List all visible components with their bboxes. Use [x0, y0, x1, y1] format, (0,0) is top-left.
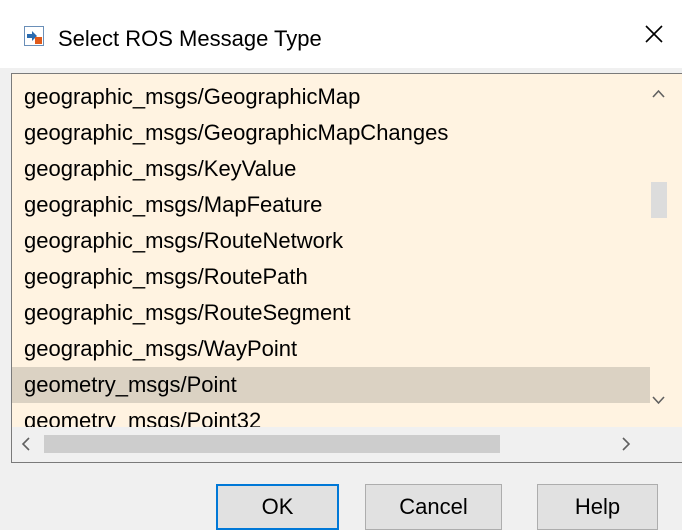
horizontal-scroll-thumb[interactable] — [44, 435, 500, 453]
list-item[interactable]: geographic_msgs/GeographicMap — [12, 79, 650, 115]
list-item[interactable]: geometry_msgs/Point32 — [12, 403, 650, 427]
matlab-simulink-block-icon — [24, 26, 44, 46]
list-item[interactable]: geographic_msgs/RouteSegment — [12, 295, 650, 331]
vertical-scroll-thumb[interactable] — [651, 182, 667, 218]
scroll-up-arrow-icon[interactable] — [650, 84, 667, 104]
list-viewport: geographic_msgs/GeographicMap geographic… — [12, 79, 650, 427]
cancel-button[interactable]: Cancel — [365, 484, 502, 530]
close-button[interactable] — [634, 14, 674, 54]
scroll-left-arrow-icon[interactable] — [16, 434, 36, 454]
help-button[interactable]: Help — [537, 484, 658, 530]
scroll-right-arrow-icon[interactable] — [616, 434, 636, 454]
vertical-scrollbar[interactable] — [650, 74, 682, 427]
list-item[interactable]: geographic_msgs/KeyValue — [12, 151, 650, 187]
message-type-list[interactable]: geographic_msgs/GeographicMap geographic… — [11, 73, 682, 463]
dialog-title: Select ROS Message Type — [58, 26, 322, 51]
list-item[interactable]: geographic_msgs/GeographicMapChanges — [12, 115, 650, 151]
close-icon — [645, 25, 663, 43]
list-item[interactable]: geographic_msgs/RoutePath — [12, 259, 650, 295]
ok-button[interactable]: OK — [216, 484, 339, 530]
title-bar[interactable]: Select ROS Message Type — [0, 0, 682, 68]
list-item[interactable]: geographic_msgs/WayPoint — [12, 331, 650, 367]
dialog-window: Select ROS Message Type geographic_msgs/… — [0, 0, 682, 530]
scrollbar-corner — [650, 427, 682, 462]
list-item-selected[interactable]: geometry_msgs/Point — [12, 367, 650, 403]
list-item[interactable]: geographic_msgs/MapFeature — [12, 187, 650, 223]
scroll-down-arrow-icon[interactable] — [650, 390, 667, 410]
list-item[interactable]: geographic_msgs/RouteNetwork — [12, 223, 650, 259]
horizontal-scrollbar[interactable] — [12, 427, 682, 462]
